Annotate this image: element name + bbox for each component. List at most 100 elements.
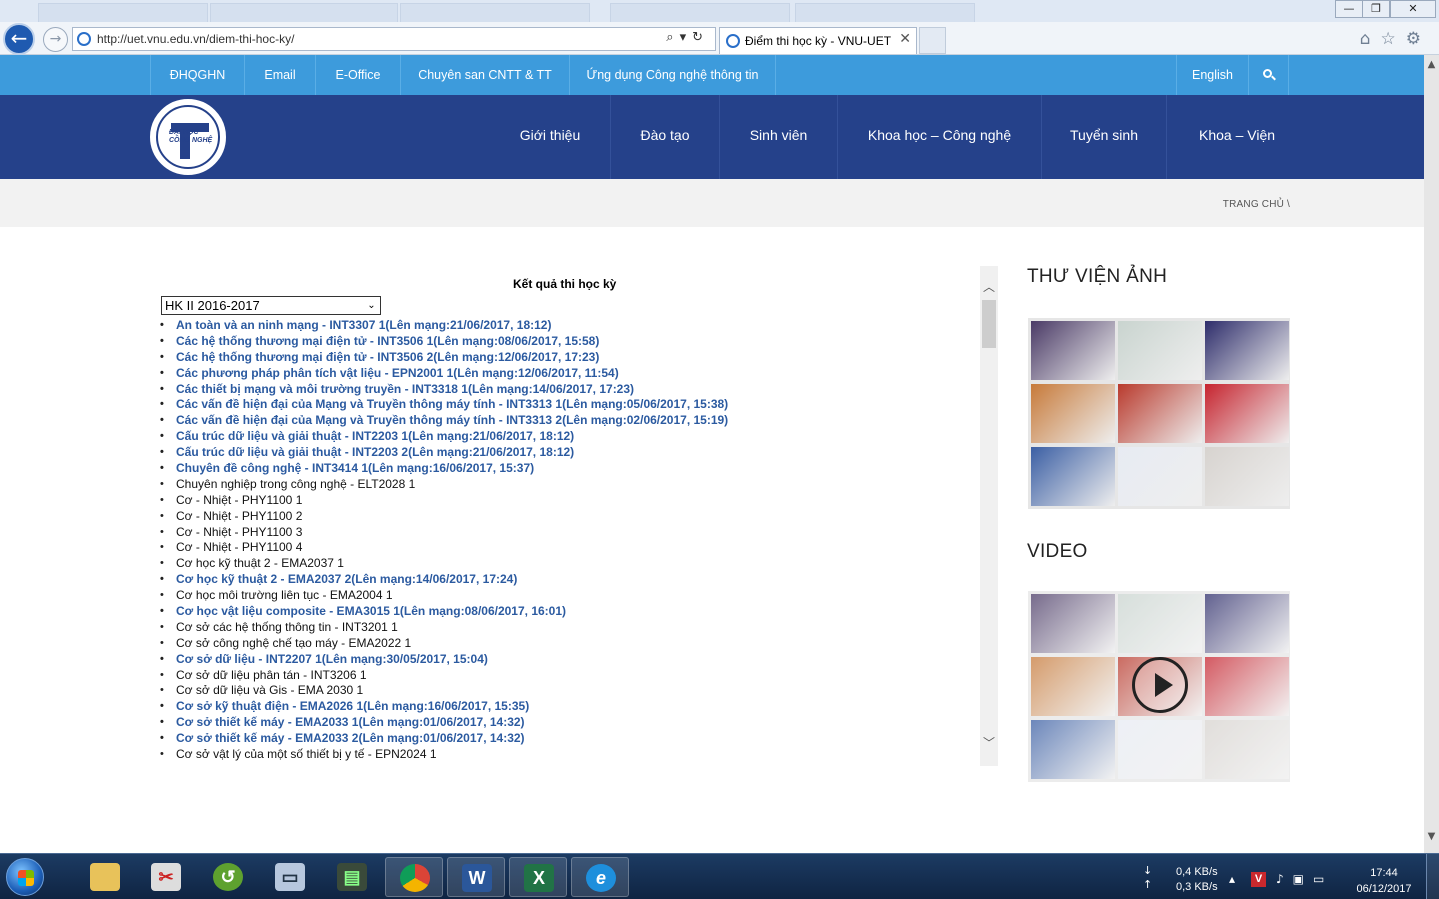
favorites-star-icon[interactable]: ☆ — [1381, 29, 1406, 49]
gallery-thumbnail[interactable] — [1205, 321, 1289, 380]
device-icon[interactable]: ▣ — [1293, 872, 1313, 886]
nav-sinh-vien[interactable]: Sinh viên — [720, 95, 838, 179]
course-link[interactable]: Cấu trúc dữ liệu và giải thuật - INT2203… — [160, 429, 980, 445]
refresh-icon[interactable]: ↻ — [692, 30, 709, 45]
background-tab[interactable] — [210, 3, 398, 22]
tray-icons[interactable]: ♪▣▭ — [1276, 872, 1333, 886]
course-link[interactable]: Cơ sở dữ liệu - INT2207 1(Lên mạng:30/05… — [160, 652, 980, 668]
network-icon[interactable]: ▭ — [1313, 872, 1333, 886]
forward-button[interactable]: → — [43, 27, 68, 52]
course-link[interactable]: Các phương pháp phân tích vật liệu - EPN… — [160, 366, 980, 382]
site-search-button[interactable] — [1249, 55, 1289, 95]
course-link[interactable]: Các hệ thống thương mại điện tử - INT350… — [160, 350, 980, 366]
volume-icon[interactable]: ♪ — [1276, 872, 1293, 886]
results-scrollbar[interactable]: ︿ ﹀ — [980, 266, 998, 766]
course-link[interactable]: Các vấn đề hiện đại của Mạng và Truyền t… — [160, 397, 980, 413]
semester-select[interactable]: HK II 2016-2017 ⌄ — [161, 296, 381, 315]
breadcrumb[interactable]: TRANG CHỦ \ — [1223, 199, 1290, 210]
tray-show-hidden-icon[interactable]: ▴ — [1229, 872, 1244, 886]
gallery-thumbnail[interactable] — [1031, 384, 1115, 443]
topbar-link-chuyen-san[interactable]: Chuyên san CNTT & TT — [401, 55, 570, 95]
monitor-app-icon[interactable]: ▤ — [323, 857, 381, 897]
scroll-up-icon[interactable]: ▲ — [1424, 59, 1439, 70]
active-tab[interactable]: Điểm thi học kỳ - VNU-UET ✕ — [719, 27, 917, 54]
network-speed: 0,4 KB/s 0,3 KB/s — [1176, 866, 1218, 893]
excel-icon[interactable]: X — [509, 857, 567, 897]
course-list: An toàn và an ninh mạng - INT3307 1(Lên … — [160, 318, 980, 763]
nav-dao-tao[interactable]: Đào tạo — [611, 95, 720, 179]
course-link[interactable]: Các vấn đề hiện đại của Mạng và Truyền t… — [160, 413, 980, 429]
taskbar-clock[interactable]: 17:44 06/12/2017 — [1348, 865, 1420, 897]
topbar-link-dhqghn[interactable]: ĐHQGHN — [151, 55, 245, 95]
play-icon[interactable] — [1132, 657, 1188, 713]
greenshot-icon[interactable]: ↺ — [199, 857, 257, 897]
show-desktop-button[interactable] — [1426, 854, 1439, 899]
close-tab-icon[interactable]: ✕ — [899, 31, 911, 47]
settings-gear-icon[interactable]: ⚙ — [1406, 29, 1431, 49]
word-icon[interactable]: W — [447, 857, 505, 897]
course-link[interactable]: Các hệ thống thương mại điện tử - INT350… — [160, 334, 980, 350]
language-english-link[interactable]: English — [1176, 55, 1249, 95]
new-tab-button[interactable] — [919, 27, 946, 54]
topbar-link-ung-dung-cntt[interactable]: Ứng dụng Công nghệ thông tin — [570, 55, 776, 95]
restore-button[interactable]: ❐ — [1362, 0, 1390, 18]
course-link[interactable]: Cơ sở kỹ thuật điện - EMA2026 1(Lên mạng… — [160, 699, 980, 715]
nav-tuyen-sinh[interactable]: Tuyển sinh — [1042, 95, 1167, 179]
gallery-thumbnail[interactable] — [1031, 321, 1115, 380]
course-link[interactable]: Các thiết bị mạng và môi trường truyền -… — [160, 382, 980, 398]
course-link[interactable]: Cơ sở thiết kế máy - EMA2033 2(Lên mạng:… — [160, 731, 980, 747]
browser-toolbar-icons: ⌂☆⚙ — [1360, 29, 1431, 49]
gallery-thumbnail[interactable] — [1118, 384, 1202, 443]
scroll-down-icon[interactable]: ▼ — [1424, 831, 1439, 842]
address-url[interactable]: http://uet.vnu.edu.vn/diem-thi-hoc-ky/ — [97, 32, 294, 46]
course-link[interactable]: An toàn và an ninh mạng - INT3307 1(Lên … — [160, 318, 980, 334]
address-bar[interactable]: http://uet.vnu.edu.vn/diem-thi-hoc-ky/ ⌕… — [72, 27, 716, 51]
gallery-thumbnail[interactable] — [1118, 447, 1202, 506]
video-gallery[interactable] — [1028, 591, 1290, 782]
remote-desktop-icon[interactable]: ▭ — [261, 857, 319, 897]
semester-selected-value: HK II 2016-2017 — [165, 298, 260, 313]
topbar-link-email[interactable]: Email — [245, 55, 316, 95]
course-link[interactable]: Cơ học vật liệu composite - EMA3015 1(Lê… — [160, 604, 980, 620]
scrollbar-thumb[interactable] — [982, 300, 996, 348]
start-button[interactable] — [6, 858, 44, 896]
course-link[interactable]: Cấu trúc dữ liệu và giải thuật - INT2203… — [160, 445, 980, 461]
nav-gioi-thieu[interactable]: Giới thiệu — [490, 95, 611, 179]
topbar-link-eoffice[interactable]: E-Office — [316, 55, 401, 95]
course-link[interactable]: Cơ sở thiết kế máy - EMA2033 1(Lên mạng:… — [160, 715, 980, 731]
snipping-tool-icon[interactable]: ✂ — [137, 857, 195, 897]
background-tab[interactable] — [400, 3, 590, 22]
gallery-thumbnail[interactable] — [1205, 447, 1289, 506]
back-button[interactable]: ← — [3, 23, 35, 55]
minimize-button[interactable]: — — [1335, 0, 1363, 18]
uet-logo[interactable]: ĐẠI HỌC CÔNG NGHỆ — [150, 99, 226, 175]
photo-gallery[interactable] — [1028, 318, 1290, 509]
address-actions[interactable]: ⌕▾↻ — [666, 30, 709, 45]
home-icon[interactable]: ⌂ — [1360, 29, 1381, 49]
course-link[interactable]: Cơ học kỹ thuật 2 - EMA2037 2(Lên mạng:1… — [160, 572, 980, 588]
scroll-up-icon[interactable]: ︿ — [980, 278, 998, 296]
nav-khoa-hoc-cong-nghe[interactable]: Khoa học – Công nghệ — [838, 95, 1042, 179]
exam-results-frame: Kết quả thi học kỳ HK II 2016-2017 ⌄ An … — [160, 266, 998, 766]
file-explorer-icon[interactable] — [76, 857, 134, 897]
course-link: Cơ - Nhiệt - PHY1100 4 — [160, 540, 980, 556]
scroll-down-icon[interactable]: ﹀ — [980, 734, 998, 752]
gallery-thumbnail[interactable] — [1205, 384, 1289, 443]
background-tab[interactable] — [795, 3, 975, 22]
background-tab[interactable] — [38, 3, 208, 22]
search-icon[interactable]: ⌕ — [666, 30, 679, 45]
close-window-button[interactable]: ✕ — [1390, 0, 1436, 18]
tab-favicon-icon — [726, 34, 740, 48]
antivirus-tray-icon[interactable]: V — [1251, 872, 1266, 887]
gallery-thumbnail[interactable] — [1031, 447, 1115, 506]
course-link: Cơ - Nhiệt - PHY1100 3 — [160, 525, 980, 541]
background-tab[interactable] — [610, 3, 790, 22]
page-scrollbar[interactable]: ▲ ▼ — [1424, 55, 1439, 853]
windows-taskbar: ✂ ↺ ▭ ▤ W X e — [0, 853, 1439, 899]
chrome-icon[interactable] — [385, 857, 443, 897]
internet-explorer-icon[interactable]: e — [571, 857, 629, 897]
nav-khoa-vien[interactable]: Khoa – Viện — [1167, 95, 1307, 179]
course-link[interactable]: Chuyên đề công nghệ - INT3414 1(Lên mạng… — [160, 461, 980, 477]
dropdown-icon[interactable]: ▾ — [680, 30, 693, 45]
gallery-thumbnail[interactable] — [1118, 321, 1202, 380]
